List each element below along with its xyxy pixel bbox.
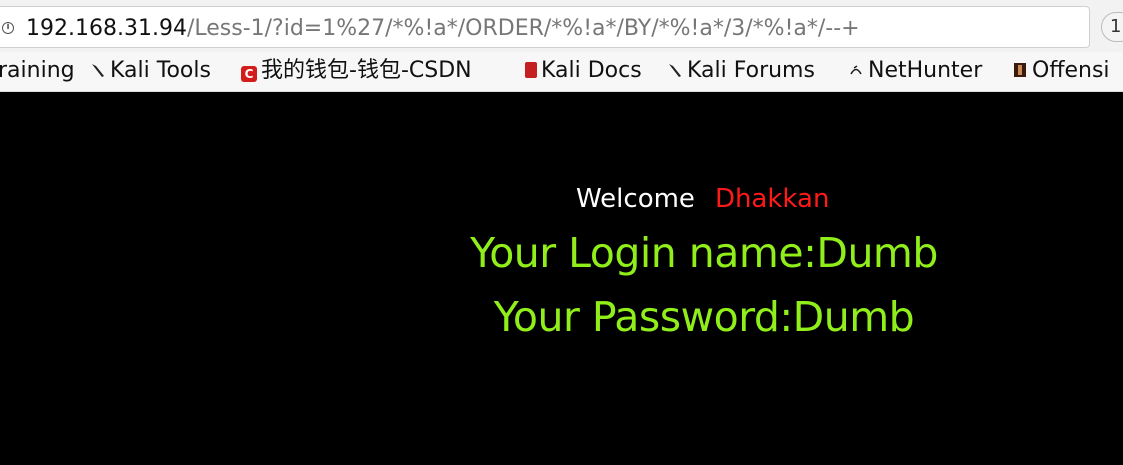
page-content: Welcome Dhakkan Your Login name:Dumb Your… [0, 92, 1123, 465]
url-text[interactable]: 192.168.31.94/Less-1/?id=1%27/*%!a*/ORDE… [26, 16, 860, 41]
bookmark-offensive[interactable]: Offensi [1012, 56, 1110, 86]
user-name: Dhakkan [714, 184, 830, 214]
offsec-icon [1014, 63, 1026, 77]
csdn-icon: C [241, 66, 257, 82]
bookmark-kali-forums[interactable]: Kali Forums [667, 56, 815, 86]
welcome-line: Welcome Dhakkan [576, 184, 829, 214]
welcome-text: Welcome [576, 184, 695, 214]
nethunter-icon [850, 65, 862, 75]
bookmark-csdn[interactable]: C 我的钱包-钱包-CSDN [241, 56, 472, 86]
bookmarks-bar: raining Kali Tools C 我的钱包-钱包-CSDN Kali Do… [0, 52, 1123, 92]
kali-dragon-icon [92, 64, 104, 77]
bookmark-label: Kali Tools [110, 58, 211, 83]
info-icon[interactable]: i [2, 22, 14, 34]
bookmark-label: NetHunter [868, 58, 983, 83]
url-host: 192.168.31.94 [26, 16, 187, 41]
bookmark-label: 我的钱包-钱包-CSDN [261, 58, 472, 83]
login-name-result: Your Login name:Dumb [470, 229, 938, 277]
bookmark-label: Kali Docs [541, 58, 642, 83]
bookmark-training[interactable]: raining [0, 56, 75, 86]
browser-chrome: i 192.168.31.94/Less-1/?id=1%27/*%!a*/OR… [0, 0, 1123, 92]
bookmark-kali-docs[interactable]: Kali Docs [525, 56, 642, 86]
bookmark-label: Offensi [1032, 58, 1110, 83]
address-bar[interactable]: i 192.168.31.94/Less-1/?id=1%27/*%!a*/OR… [0, 6, 1090, 48]
bookmark-nethunter[interactable]: NetHunter [848, 56, 982, 86]
password-result: Your Password:Dumb [493, 293, 915, 341]
kali-dragon-icon [669, 64, 681, 77]
kali-docs-icon [525, 62, 537, 78]
url-path: /Less-1/?id=1%27/*%!a*/ORDER/*%!a*/BY/*%… [186, 16, 860, 41]
toolbar: i 192.168.31.94/Less-1/?id=1%27/*%!a*/OR… [0, 0, 1123, 52]
bookmark-kali-tools[interactable]: Kali Tools [90, 56, 211, 86]
bookmark-label: raining [0, 58, 75, 83]
bookmark-label: Kali Forums [687, 58, 815, 83]
page-action-button[interactable]: 1 [1101, 12, 1123, 42]
